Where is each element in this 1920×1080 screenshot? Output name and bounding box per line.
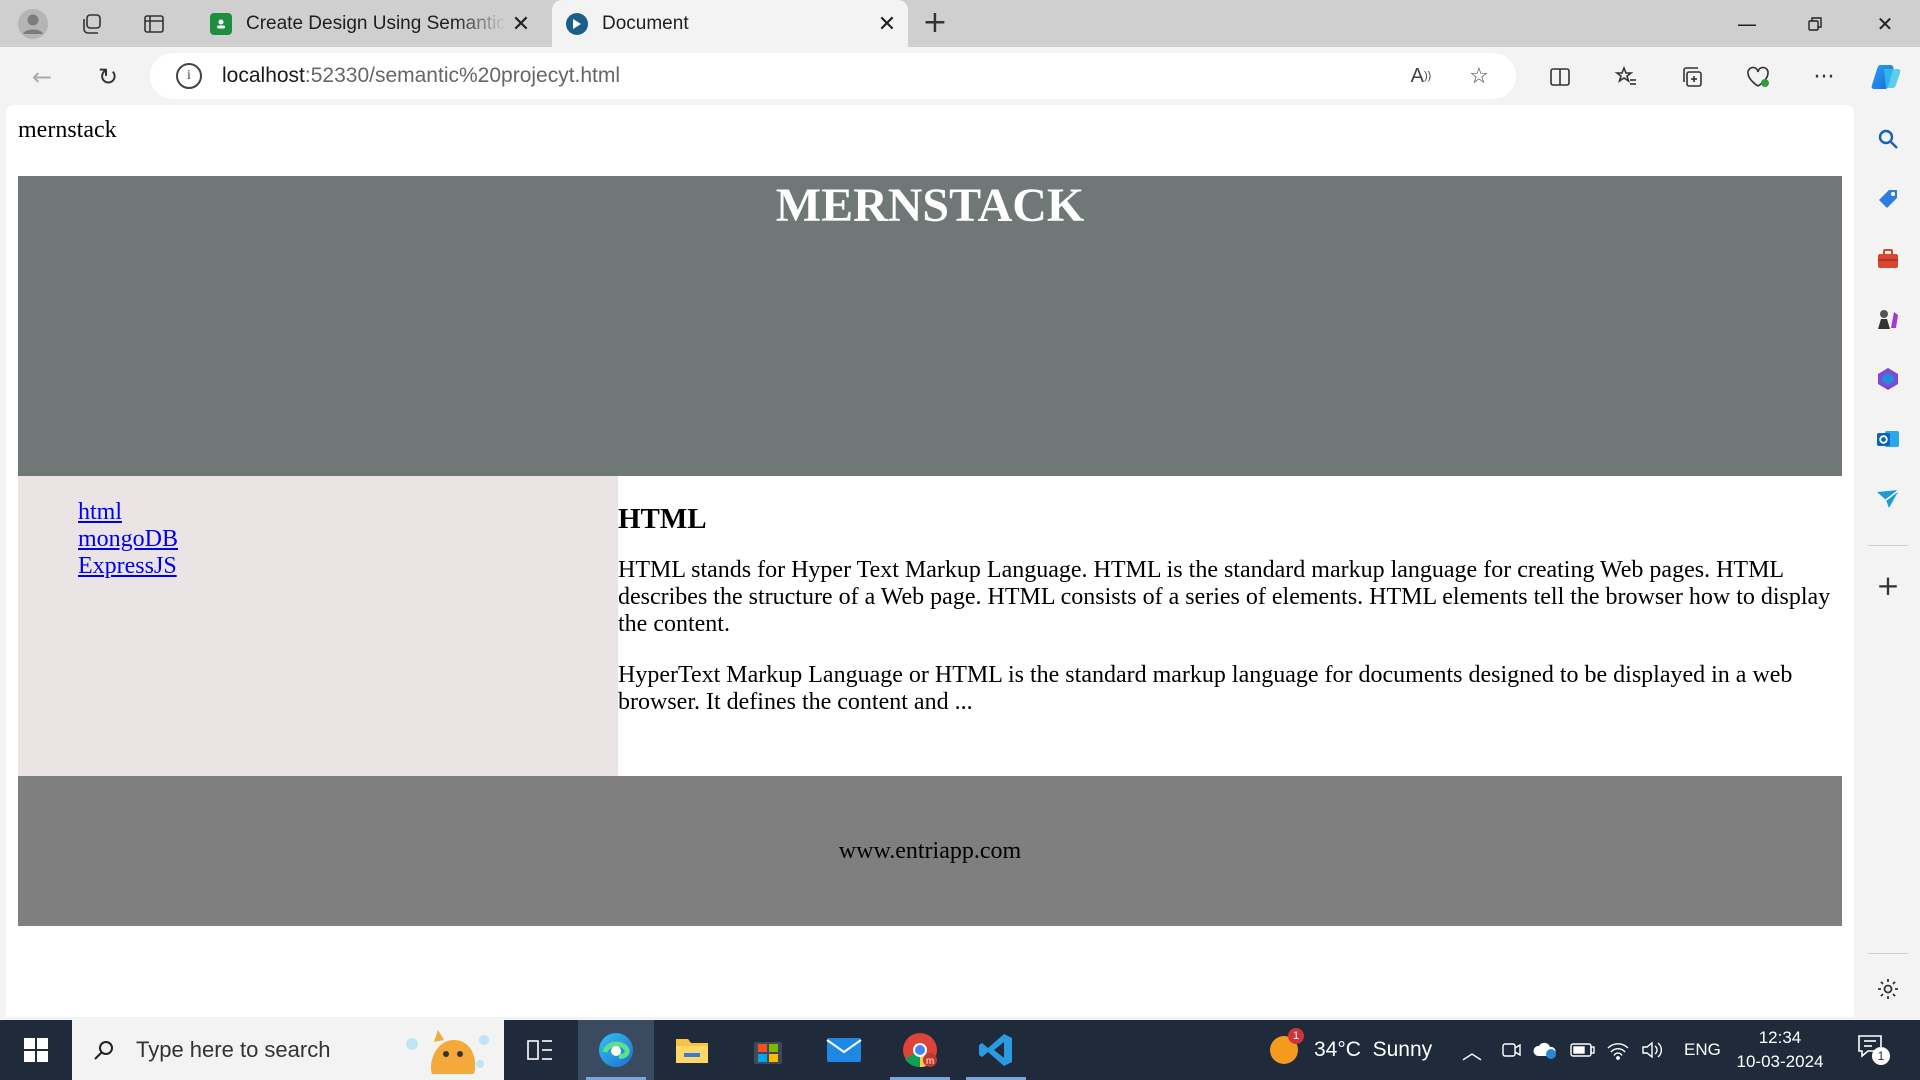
close-tab-icon[interactable]: ✕: [872, 11, 902, 37]
show-hidden-icons-chevron-icon[interactable]: ︿: [1462, 1020, 1482, 1080]
logo-text: mernstack: [18, 117, 117, 143]
volume-icon[interactable]: [1640, 1020, 1664, 1080]
games-icon[interactable]: [1872, 303, 1904, 335]
weather-widget[interactable]: 1 34°C Sunny: [1268, 1020, 1432, 1080]
page-footer: www.entriapp.com: [18, 776, 1842, 926]
split-screen-icon[interactable]: [1540, 57, 1580, 97]
tab-title: Document: [602, 12, 689, 34]
notification-center-icon[interactable]: 1: [1856, 1020, 1890, 1080]
wifi-icon[interactable]: [1606, 1020, 1630, 1080]
sidebar-divider: [1868, 953, 1908, 954]
side-nav: html mongoDB ExpressJS: [18, 476, 618, 776]
search-placeholder: Type here to search: [136, 1037, 331, 1062]
nav-link-expressjs[interactable]: ExpressJS: [78, 553, 618, 580]
vscode-icon[interactable]: [958, 1020, 1034, 1080]
microsoft-365-icon[interactable]: [1872, 363, 1904, 395]
copilot-icon[interactable]: [1866, 57, 1906, 97]
shopping-tag-icon[interactable]: [1872, 183, 1904, 215]
browser-essentials-icon[interactable]: [1738, 57, 1778, 97]
address-bar[interactable]: i localhost:52330/semantic%20projecyt.ht…: [150, 53, 1516, 99]
article-heading: HTML: [618, 503, 707, 535]
page-viewport: mernstack MERNSTACK html mongoDB Express…: [6, 105, 1854, 1017]
search-highlight-illustration-icon: [406, 1030, 489, 1074]
edge-taskbar-icon[interactable]: [578, 1020, 654, 1080]
send-drop-icon[interactable]: [1872, 483, 1904, 515]
weather-badge: 1: [1288, 1028, 1304, 1044]
task-view-icon[interactable]: [502, 1020, 578, 1080]
onedrive-cloud-icon[interactable]: [1532, 1020, 1558, 1080]
site-info-icon[interactable]: i: [176, 63, 202, 89]
sidebar-settings-gear-icon[interactable]: [1872, 973, 1904, 1005]
refresh-icon[interactable]: ↻: [88, 57, 128, 97]
tab-title: Create Design Using Semantic Elements: [246, 12, 506, 34]
windows-start-icon[interactable]: [0, 1020, 72, 1080]
taskbar-clock[interactable]: 12:34 10-03-2024: [1730, 1026, 1830, 1074]
tab-create-design[interactable]: Create Design Using Semantic Elements ✕: [196, 0, 542, 47]
taskbar-search-icon: [94, 1041, 113, 1060]
favorites-icon[interactable]: [1606, 57, 1646, 97]
article-paragraph: HyperText Markup Language or HTML is the…: [618, 662, 1793, 715]
article-paragraph: HTML stands for Hyper Text Markup Langua…: [618, 557, 1831, 637]
vscode-live-favicon-icon: [566, 12, 588, 35]
outlook-icon[interactable]: [1872, 423, 1904, 455]
weather-sun-icon: 1: [1268, 1028, 1304, 1066]
minimize-button[interactable]: —: [1714, 0, 1780, 47]
restore-button[interactable]: [1782, 0, 1848, 47]
workspaces-icon[interactable]: [76, 8, 108, 40]
classroom-favicon-icon: [210, 12, 232, 35]
tab-actions-icon[interactable]: [138, 8, 170, 40]
notification-count: 1: [1872, 1047, 1890, 1065]
svg-text:m: m: [926, 1056, 934, 1067]
close-tab-icon[interactable]: ✕: [506, 11, 536, 37]
url-text[interactable]: localhost:52330/semantic%20projecyt.html: [222, 64, 620, 88]
more-options-icon[interactable]: ···: [1804, 57, 1844, 97]
url-path: :52330/semantic%20projecyt.html: [304, 64, 621, 87]
browser-tab-bar: Create Design Using Semantic Elements ✕ …: [0, 0, 1920, 47]
sidebar-divider: [1868, 545, 1908, 546]
hero-title: MERNSTACK: [775, 179, 1085, 232]
windows-taskbar: Type here to search m 1 34°C Sunny ︿ ENG…: [0, 1020, 1920, 1080]
url-host: localhost: [222, 64, 305, 87]
battery-icon[interactable]: [1570, 1020, 1596, 1080]
clock-time: 12:34: [1758, 1028, 1802, 1047]
footer-text: www.entriapp.com: [838, 837, 1022, 864]
read-aloud-icon[interactable]: A)): [1406, 61, 1436, 91]
close-window-button[interactable]: ✕: [1852, 0, 1918, 47]
taskbar-search-box[interactable]: Type here to search: [72, 1020, 504, 1080]
favorite-star-icon[interactable]: ☆: [1464, 61, 1494, 91]
new-tab-button[interactable]: +: [918, 8, 952, 40]
tools-briefcase-icon[interactable]: [1872, 243, 1904, 275]
file-explorer-icon[interactable]: [654, 1020, 730, 1080]
nav-link-html[interactable]: html: [78, 499, 618, 526]
chrome-icon[interactable]: m: [882, 1020, 958, 1080]
weather-text: 34°C Sunny: [1314, 1038, 1433, 1061]
microsoft-store-icon[interactable]: [730, 1020, 806, 1080]
tab-document[interactable]: Document ✕: [552, 0, 908, 47]
collections-icon[interactable]: [1672, 57, 1712, 97]
search-icon[interactable]: [1872, 123, 1904, 155]
add-sidebar-app-icon[interactable]: +: [1872, 569, 1904, 602]
clock-date: 10-03-2024: [1736, 1052, 1824, 1071]
article: HTML HTML stands for Hyper Text Markup L…: [618, 476, 1842, 776]
hero-banner: MERNSTACK: [18, 176, 1842, 476]
meet-now-icon[interactable]: [1500, 1020, 1522, 1080]
edge-sidebar: +: [1856, 105, 1920, 1020]
mail-icon[interactable]: [806, 1020, 882, 1080]
browser-toolbar: ← ↻ i localhost:52330/semantic%20projecy…: [0, 47, 1920, 105]
profile-avatar-icon[interactable]: [17, 8, 49, 40]
language-indicator[interactable]: ENG: [1684, 1020, 1721, 1080]
back-arrow-icon[interactable]: ←: [22, 57, 62, 97]
nav-link-mongodb[interactable]: mongoDB: [78, 526, 618, 553]
